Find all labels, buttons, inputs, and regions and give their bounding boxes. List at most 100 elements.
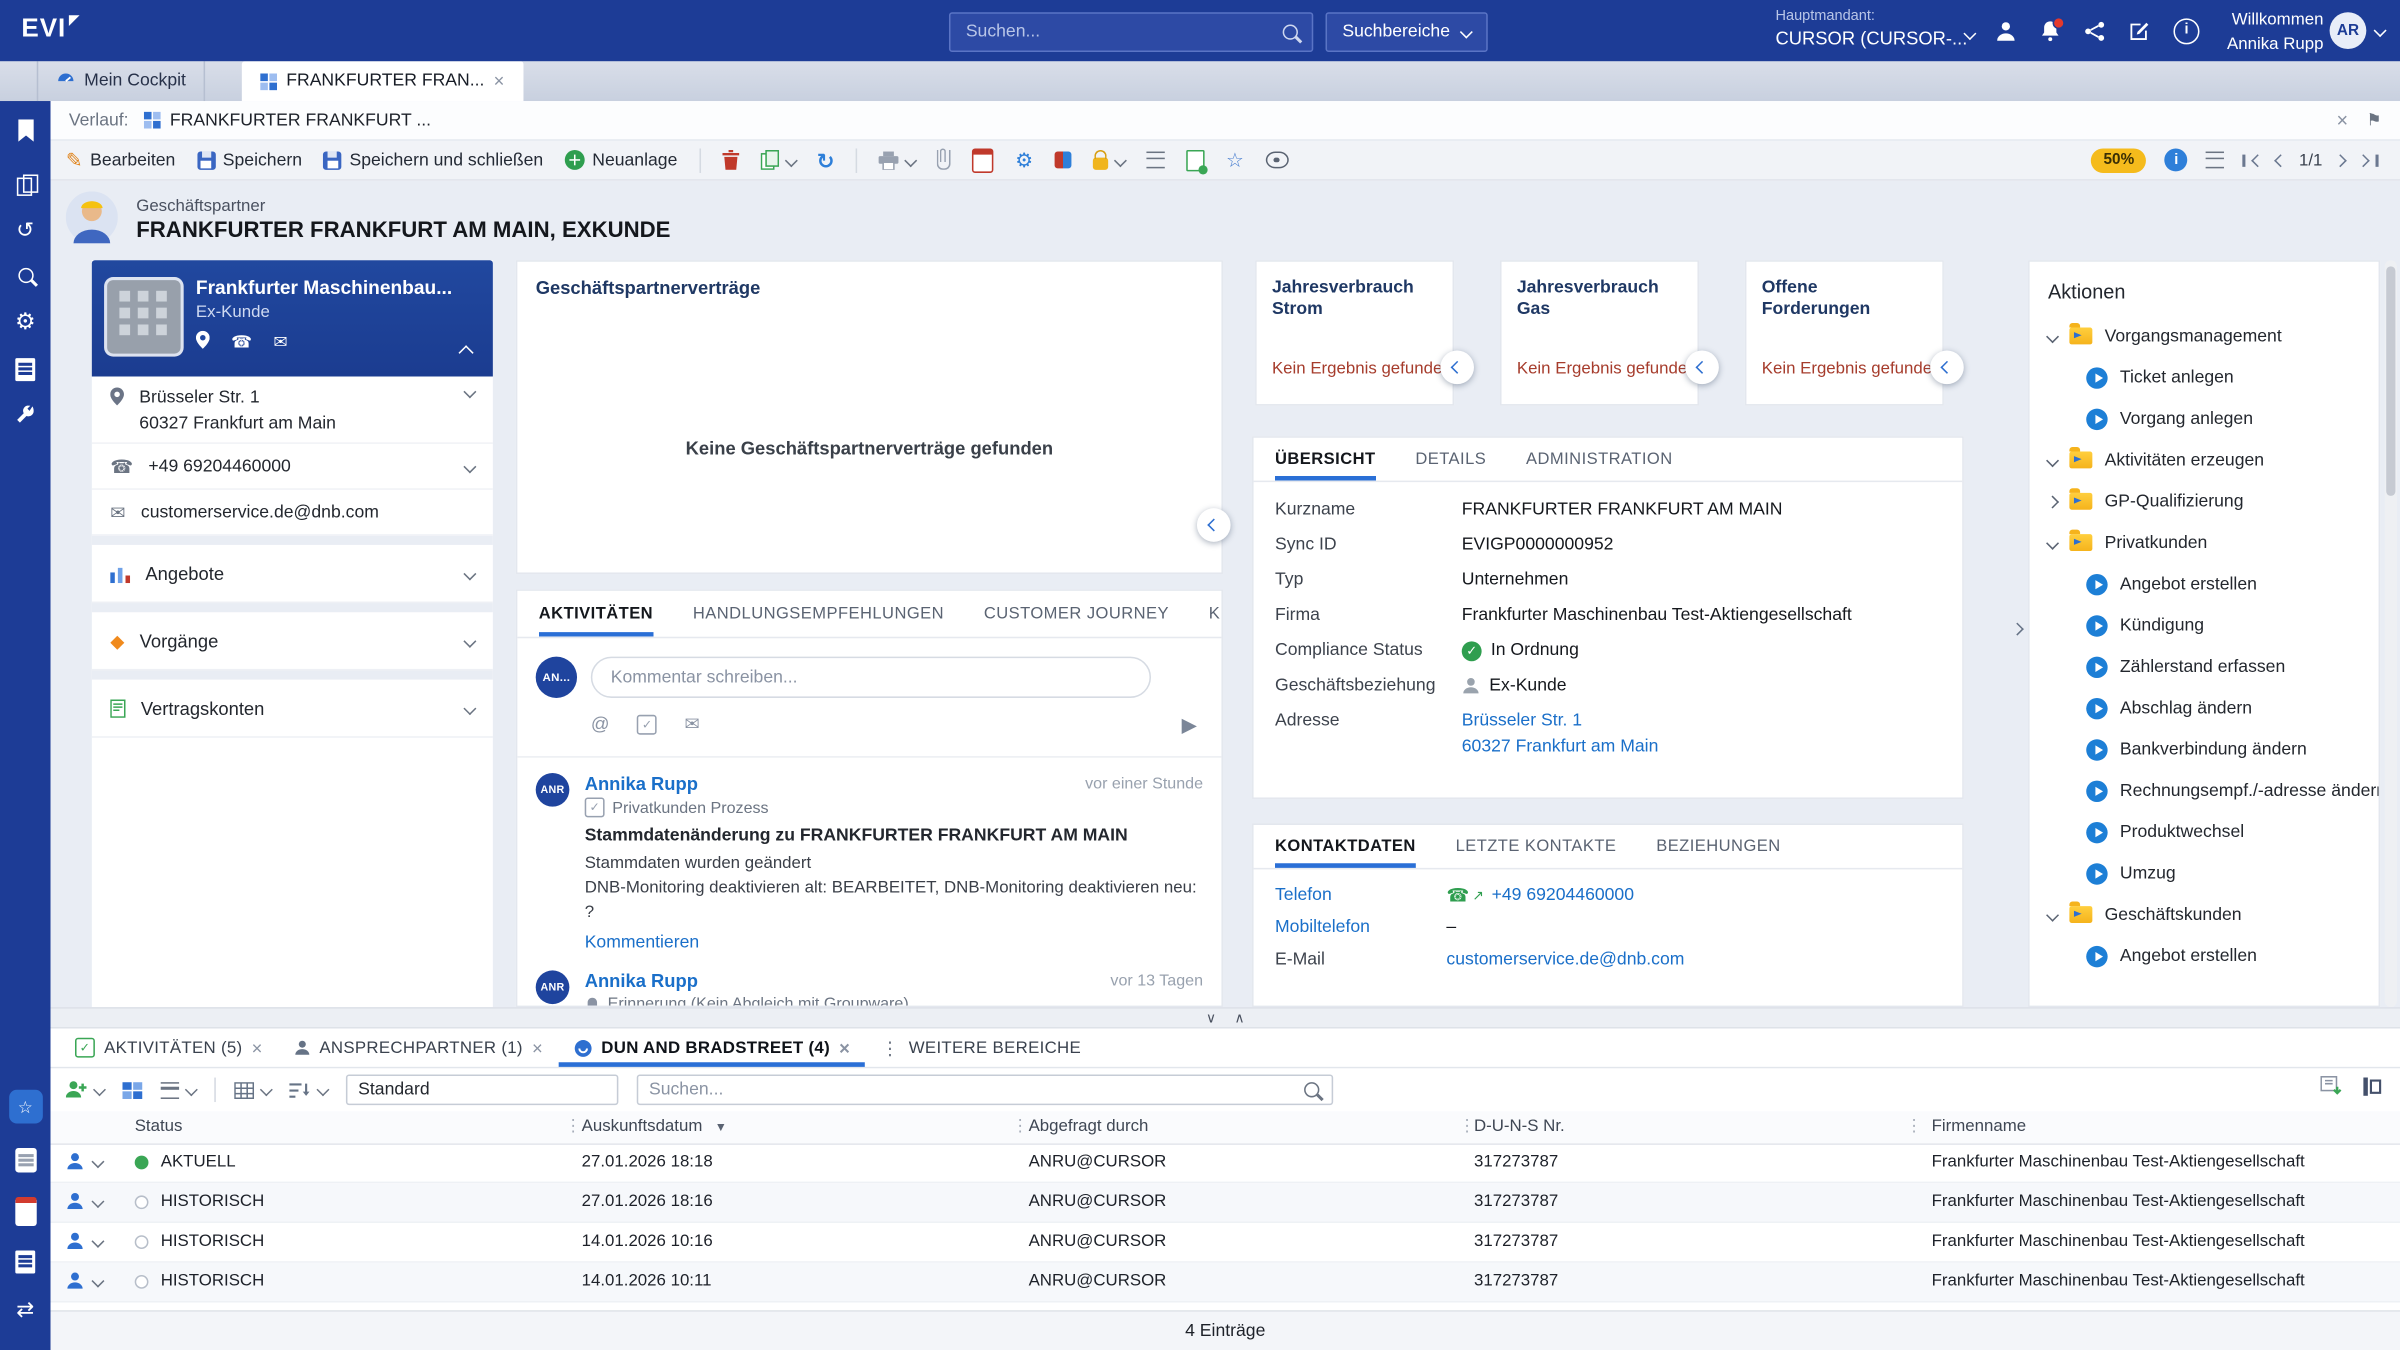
section-vorgaenge[interactable]: ◆ Vorgänge	[92, 612, 493, 670]
email-row[interactable]: ✉ customerservice.de@dnb.com	[92, 490, 493, 536]
tree-action[interactable]: Bankverbindung ändern	[2030, 729, 2379, 770]
swap-icon[interactable]: ⇄	[16, 1298, 34, 1319]
vertical-scrollbar[interactable]	[2385, 260, 2397, 1007]
tab-administration[interactable]: ADMINISTRATION	[1526, 438, 1673, 481]
tab-letzte-kontakte[interactable]: LETZTE KONTAKTE	[1456, 825, 1617, 868]
collapse-panel-button[interactable]	[1930, 351, 1964, 385]
grid-button[interactable]	[1146, 152, 1164, 169]
prev-page-button[interactable]	[2276, 155, 2285, 164]
author-link[interactable]: Annika Rupp	[585, 773, 698, 794]
tree-action[interactable]: Vorgang anlegen	[2030, 398, 2379, 439]
person-link-icon[interactable]	[66, 1153, 84, 1174]
bookmark-icon[interactable]	[16, 119, 34, 150]
tree-action[interactable]: Angebot erstellen	[2030, 935, 2379, 976]
table-row[interactable]: HISTORISCH 14.01.2026 10:16 ANRU@CURSOR …	[51, 1223, 2400, 1263]
comment-input[interactable]	[591, 657, 1151, 698]
horizontal-splitter[interactable]: ∨ ∧	[51, 1007, 2400, 1028]
mail-icon[interactable]: ✉	[274, 332, 288, 352]
calendar-icon[interactable]	[15, 1197, 36, 1226]
search-icon[interactable]	[1304, 1082, 1319, 1097]
copy-pages-icon[interactable]	[16, 174, 34, 194]
settings-gear-icon[interactable]: ⚙	[15, 311, 36, 334]
tools-button[interactable]: ⚙	[1015, 150, 1033, 170]
collapse-panel-button[interactable]	[1197, 508, 1231, 542]
global-search-input[interactable]	[951, 23, 1283, 41]
tree-folder[interactable]: Vorgangsmanagement	[2030, 315, 2379, 356]
chevron-down-icon[interactable]	[91, 1275, 104, 1288]
edit-button[interactable]: ✎ Bearbeiten	[66, 150, 175, 170]
user-avatar[interactable]: AR	[2330, 12, 2367, 49]
menu-button[interactable]	[2206, 152, 2224, 169]
copy-button[interactable]	[760, 150, 795, 170]
column-header-duns[interactable]: D-U-N-S Nr.	[1474, 1117, 1565, 1135]
task-icon[interactable]: ✓	[637, 714, 657, 734]
invoice-icon[interactable]	[15, 358, 35, 381]
favorite-button[interactable]: ☆	[1226, 150, 1244, 170]
tree-action[interactable]: Rechnungsempf./-adresse ändern	[2030, 770, 2379, 811]
collapse-panel-button[interactable]	[1440, 351, 1474, 385]
author-link[interactable]: Annika Rupp	[585, 971, 698, 992]
mail-icon[interactable]: ✉	[684, 713, 699, 734]
info-icon[interactable]: i	[2165, 148, 2188, 171]
notes-icon[interactable]	[15, 1148, 36, 1172]
tree-folder[interactable]: Aktivitäten erzeugen	[2030, 439, 2379, 480]
tree-action[interactable]: Produktwechsel	[2030, 811, 2379, 852]
feed-item[interactable]: ANR Annika Rupp vor 13 Tagen Erinnerung …	[517, 955, 1221, 1005]
tab-customer-journey[interactable]: CUSTOMER JOURNEY	[984, 591, 1169, 637]
chevron-down-icon[interactable]	[91, 1195, 104, 1208]
table-row[interactable]: HISTORISCH 14.01.2026 10:11 ANRU@CURSOR …	[51, 1263, 2400, 1303]
column-handle[interactable]: ⋮	[1906, 1116, 1923, 1136]
close-icon[interactable]: ×	[532, 1039, 543, 1057]
collapse-panel-button[interactable]	[1685, 351, 1719, 385]
delete-button[interactable]	[722, 150, 739, 170]
last-page-button[interactable]	[2359, 154, 2378, 166]
address-row[interactable]: Brüsseler Str. 1 60327 Frankfurt am Main	[92, 377, 493, 444]
contact-person-icon[interactable]	[1996, 21, 2016, 41]
save-close-button[interactable]: Speichern und schließen	[323, 151, 543, 169]
share-icon[interactable]	[2085, 21, 2105, 41]
tab-dun-and-bradstreet[interactable]: DUN AND BRADSTREET (4) ×	[558, 1029, 865, 1067]
tab-beziehungen[interactable]: BEZIEHUNGEN	[1656, 825, 1780, 868]
tab-aktivitaeten-list[interactable]: ✓ AKTIVITÄTEN (5) ×	[60, 1029, 278, 1067]
mention-icon[interactable]: @	[591, 713, 610, 734]
feed-item[interactable]: ANR Annika Rupp vor einer Stunde ✓ Priva…	[517, 758, 1221, 956]
compose-icon[interactable]	[2129, 21, 2149, 41]
close-icon[interactable]: ×	[2337, 110, 2349, 130]
collapse-up-icon[interactable]	[458, 345, 473, 360]
column-header-firmenname[interactable]: Firmenname	[1932, 1117, 2027, 1135]
collapse-down-button[interactable]: ∨	[1206, 1011, 1216, 1025]
addon-button[interactable]	[1055, 152, 1072, 169]
tree-action[interactable]: Kündigung	[2030, 605, 2379, 646]
tab-details[interactable]: DETAILS	[1415, 438, 1486, 481]
calendar-button[interactable]	[972, 148, 993, 172]
column-header-status[interactable]: Status	[135, 1117, 183, 1135]
tree-action[interactable]: Ticket anlegen	[2030, 357, 2379, 398]
document-search-icon[interactable]	[18, 265, 33, 286]
section-angebote[interactable]: Angebote	[92, 545, 493, 603]
pin-icon[interactable]: ⚑	[2367, 110, 2382, 130]
tab-handlungsempfehlungen[interactable]: HANDLUNGSEMPFEHLUNGEN	[693, 591, 944, 637]
tree-action[interactable]: Angebot erstellen	[2030, 563, 2379, 604]
list-menu-button[interactable]	[161, 1081, 196, 1098]
send-icon[interactable]: ▶	[1182, 713, 1197, 737]
tab-ansprechpartner[interactable]: ANSPRECHPARTNER (1) ×	[278, 1029, 558, 1067]
search-scope-dropdown[interactable]: Suchbereiche	[1326, 12, 1489, 52]
address-link[interactable]: Brüsseler Str. 1	[1462, 710, 1659, 733]
export-document-button[interactable]	[1186, 149, 1204, 170]
table-row[interactable]: HISTORISCH 27.01.2026 18:16 ANRU@CURSOR …	[51, 1183, 2400, 1223]
tools-wrench-icon[interactable]	[15, 406, 35, 434]
column-header-auskunftsdatum[interactable]: Auskunftsdatum ▼	[582, 1117, 727, 1135]
location-pin-icon[interactable]	[196, 331, 210, 354]
tree-action[interactable]: Umzug	[2030, 853, 2379, 894]
tenant-selector[interactable]: Hauptmandant: CURSOR (CURSOR-...	[1776, 8, 1968, 49]
tab-kontaktdaten[interactable]: KONTAKTDATEN	[1275, 825, 1416, 868]
table-settings-button[interactable]	[234, 1081, 271, 1098]
address-link[interactable]: 60327 Frankfurt am Main	[1462, 736, 1659, 759]
person-link-icon[interactable]	[66, 1272, 84, 1293]
email-link[interactable]: customerservice.de@dnb.com	[1446, 951, 1684, 969]
sort-button[interactable]	[289, 1081, 327, 1098]
save-button[interactable]: Speichern	[197, 151, 302, 169]
tab-record[interactable]: FRANKFURTER FRAN... ×	[242, 61, 523, 101]
first-page-button[interactable]	[2243, 154, 2262, 166]
tab-mein-cockpit[interactable]: Mein Cockpit	[37, 61, 206, 101]
